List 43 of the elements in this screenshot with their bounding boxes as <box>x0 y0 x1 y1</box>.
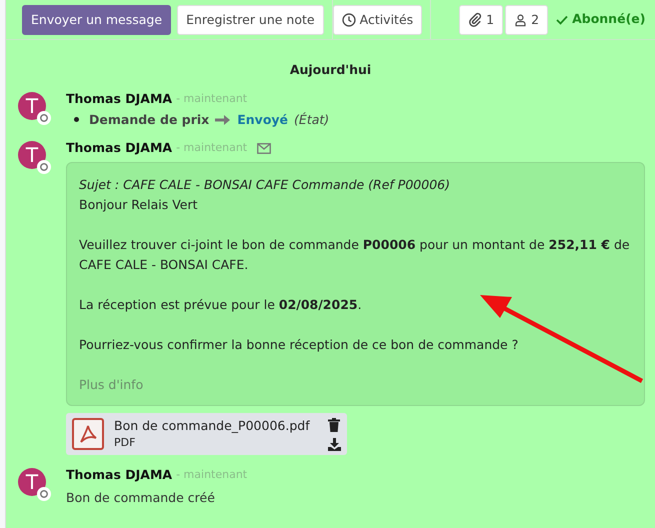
email-paragraph: La réception est prévue pour le 02/08/2025. <box>79 296 363 314</box>
author-name: Thomas DJAMA <box>66 90 172 108</box>
followers-button[interactable]: 2 <box>505 4 548 34</box>
tracking-field: Demande de prix <box>89 110 210 130</box>
envelope-icon <box>257 143 272 154</box>
avatar: T <box>18 468 46 496</box>
download-button[interactable] <box>328 438 341 450</box>
tracking-label: (État) <box>294 110 330 128</box>
email-subject: Sujet : CAFE CALE - BONSAI CAFE Commande (Ref P00006) <box>79 176 451 194</box>
date-separator: Aujourd'hui <box>288 61 372 79</box>
paperclip-icon <box>468 12 482 27</box>
trash-icon <box>328 418 340 432</box>
author-name: Thomas DJAMA <box>66 466 172 484</box>
email-paragraph: Pourriez-vous confirmer la bonne réception de ce bon de commande ? <box>79 336 520 354</box>
clock-icon <box>342 12 356 26</box>
download-icon <box>328 438 341 450</box>
avatar: T <box>18 141 46 170</box>
subscribed-button[interactable]: Abonné(e) <box>550 9 655 30</box>
email-paragraph: Veuillez trouver ci-joint le bon de commande P00006 pour un montant de 252,11 € de CAFE CALE - BONSAI CAFE. <box>79 236 631 274</box>
email-paragraph: Bonjour Relais Vert <box>79 196 199 214</box>
attachment-type: PDF <box>114 435 136 451</box>
tracking-value: Envoyé <box>237 110 288 129</box>
activities-button[interactable]: Activités <box>332 4 422 34</box>
log-note-button[interactable]: Enregistrer une note <box>177 4 324 34</box>
attachment-card[interactable]: Bon de commande_P00006.pdf PDF <box>66 413 347 455</box>
delete-button[interactable] <box>328 418 341 432</box>
person-icon <box>514 12 528 26</box>
check-icon <box>556 14 568 24</box>
arrow-right-icon <box>215 114 232 125</box>
send-message-button[interactable]: Envoyer un message <box>22 4 172 34</box>
status-icon <box>37 110 51 125</box>
message-time: - maintenant <box>176 140 248 156</box>
bullet-icon <box>74 117 79 122</box>
pdf-icon <box>72 418 104 450</box>
attachments-button[interactable]: 1 <box>459 4 504 34</box>
author-name: Thomas DJAMA <box>66 139 172 158</box>
status-icon <box>37 160 51 174</box>
avatar: T <box>18 92 46 120</box>
message-body: Bon de commande créé <box>66 488 216 506</box>
message-time: - maintenant <box>176 466 248 483</box>
message-time: - maintenant <box>176 90 248 107</box>
status-icon <box>37 486 51 501</box>
attachment-name: Bon de commande_P00006.pdf <box>114 417 310 434</box>
